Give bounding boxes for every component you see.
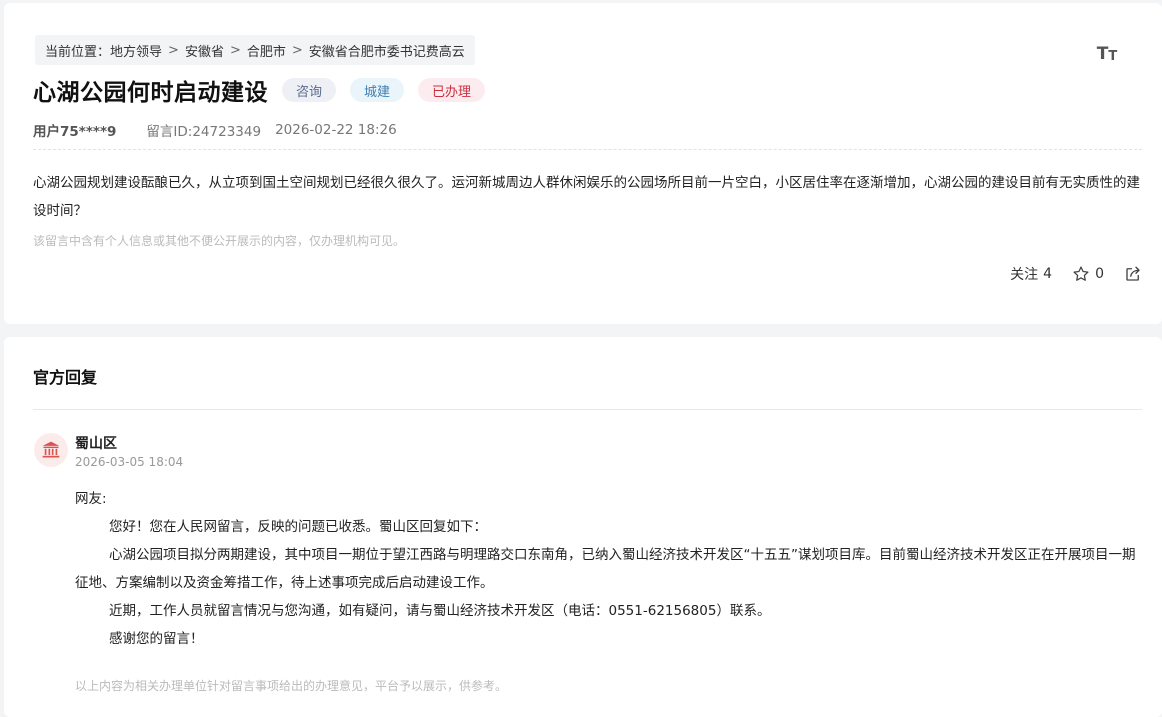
- status-badge: 已办理: [418, 78, 486, 102]
- post-actions: 关注 4 0: [1010, 264, 1142, 284]
- divider: [33, 149, 1142, 150]
- reply-datetime: 2026-03-05 18:04: [75, 455, 184, 469]
- reply-greeting: 网友:: [75, 491, 107, 507]
- breadcrumb-separator: >: [229, 42, 241, 58]
- avatar: [34, 433, 68, 467]
- tag-urban-construction: 城建: [350, 78, 405, 102]
- reply-body: 网友: 您好！您在人民网留言，反映的问题已收悉。蜀山区回复如下： 心湖公园项目拟…: [75, 485, 1142, 653]
- government-building-icon: [42, 441, 60, 458]
- reply-heading: 官方回复: [33, 368, 98, 387]
- follow-label: 关注: [1010, 267, 1039, 283]
- reply-paragraph: 心湖公园项目拟分两期建设，其中项目一期位于望江西路与明理路交口东南角，已纳入蜀山…: [75, 547, 1136, 591]
- breadcrumb-separator: >: [168, 42, 179, 58]
- tag-consult: 咨询: [282, 78, 337, 102]
- message-id: 留言ID:24723349: [146, 124, 262, 140]
- follow-button[interactable]: 关注 4: [1010, 264, 1052, 284]
- breadcrumb-item-province[interactable]: 安徽省: [185, 41, 224, 60]
- official-reply-card: 官方回复 蜀山区 2026-03-05 18:04 网友: 您好！您在人民网留言…: [4, 337, 1162, 717]
- star-icon: [1073, 266, 1089, 281]
- post-content: 心湖公园规划建设酝酿已久，从立项到国土空间规划已经很久很久了。运河新城周边人群休…: [33, 175, 1140, 219]
- star-count: 0: [1095, 266, 1104, 282]
- breadcrumb-prefix: 当前位置：: [45, 44, 111, 60]
- divider: [33, 409, 1142, 410]
- breadcrumb: 当前位置： 地方领导 > 安徽省 > 合肥市 > 安徽省合肥市委书记费高云: [35, 35, 475, 65]
- breadcrumb-item-city[interactable]: 合肥市: [247, 41, 286, 60]
- privacy-note: 该留言中含有个人信息或其他不便公开展示的内容，仅办理机构可见。: [33, 234, 406, 248]
- title-row: 心湖公园何时启动建设 咨询 城建 已办理: [33, 73, 486, 107]
- share-button[interactable]: [1124, 265, 1142, 283]
- breadcrumb-item-leader[interactable]: 安徽省合肥市委书记费高云: [309, 41, 465, 60]
- page-title: 心湖公园何时启动建设: [33, 80, 268, 106]
- follow-count: 4: [1043, 266, 1053, 282]
- reply-org-name: 蜀山区: [75, 436, 117, 452]
- font-size-icon[interactable]: TT: [1096, 41, 1118, 64]
- message-card: 当前位置： 地方领导 > 安徽省 > 合肥市 > 安徽省合肥市委书记费高云 TT…: [4, 3, 1162, 324]
- post-meta: 用户75****9 留言ID:24723349 2026-02-22 18:26: [33, 120, 397, 140]
- reply-paragraph: 感谢您的留言！: [109, 631, 204, 647]
- star-button[interactable]: 0: [1072, 265, 1104, 283]
- breadcrumb-separator: >: [291, 42, 303, 58]
- breadcrumb-item-local-leaders[interactable]: 地方领导: [110, 41, 162, 60]
- reply-paragraph: 近期，工作人员就留言情况与您沟通，如有疑问，请与蜀山经济技术开发区（电话：055…: [109, 603, 771, 619]
- share-icon: [1126, 266, 1140, 281]
- post-user: 用户75****9: [33, 124, 117, 140]
- reply-footer-note: 以上内容为相关办理单位针对留言事项给出的办理意见，平台予以展示，供参考。: [75, 679, 508, 693]
- post-datetime: 2026-02-22 18:26: [275, 122, 397, 138]
- reply-paragraph: 您好！您在人民网留言，反映的问题已收悉。蜀山区回复如下：: [109, 519, 487, 535]
